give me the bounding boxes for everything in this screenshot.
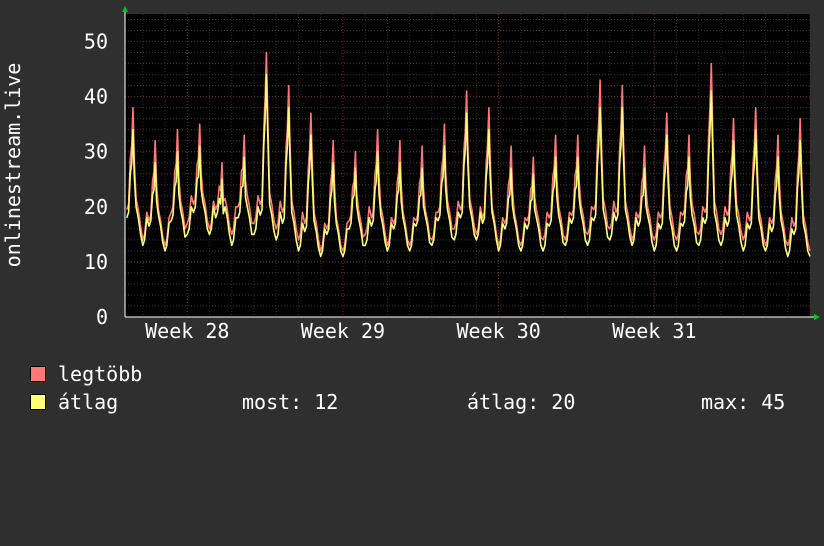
legend-swatch-avg <box>30 394 46 410</box>
y-tick-label: 10 <box>84 250 108 274</box>
x-tick-label: Week 28 <box>145 319 229 340</box>
y-tick-label: 20 <box>84 195 108 219</box>
y-tick-label: 50 <box>84 30 108 54</box>
y-tick-label: 40 <box>84 85 108 109</box>
stat-now: most: 12 <box>242 390 339 414</box>
legend-swatch-max <box>30 366 46 382</box>
stat-average: átlag: 20 <box>467 390 576 414</box>
line-chart: 0 10 20 30 40 50 Week 28 Week 29 Week 30 Week 31… <box>1 6 820 340</box>
legend-row-max: legtöbb <box>30 363 810 385</box>
x-tick-label: Week 31 <box>612 319 696 340</box>
y-axis-label: onlinestream.live <box>1 63 25 268</box>
y-tick-label: 0 <box>96 305 108 329</box>
legend-row-avg: átlag most: 12 átlag: 20 max: 45 <box>30 391 810 413</box>
y-tick-labels: 0 10 20 30 40 50 <box>84 30 108 329</box>
x-tick-label: Week 29 <box>301 319 385 340</box>
y-axis-arrow <box>122 6 128 12</box>
legend-label-max: legtöbb <box>58 362 143 386</box>
x-axis-arrow <box>814 314 820 320</box>
x-tick-labels: Week 28 Week 29 Week 30 Week 31 <box>145 319 696 340</box>
chart-container: 0 10 20 30 40 50 Week 28 Week 29 Week 30 Week 31… <box>0 0 824 430</box>
y-tick-label: 30 <box>84 140 108 164</box>
stat-max: max: 45 <box>701 390 786 414</box>
x-tick-label: Week 30 <box>456 319 540 340</box>
legend-label-avg: átlag <box>58 390 119 414</box>
